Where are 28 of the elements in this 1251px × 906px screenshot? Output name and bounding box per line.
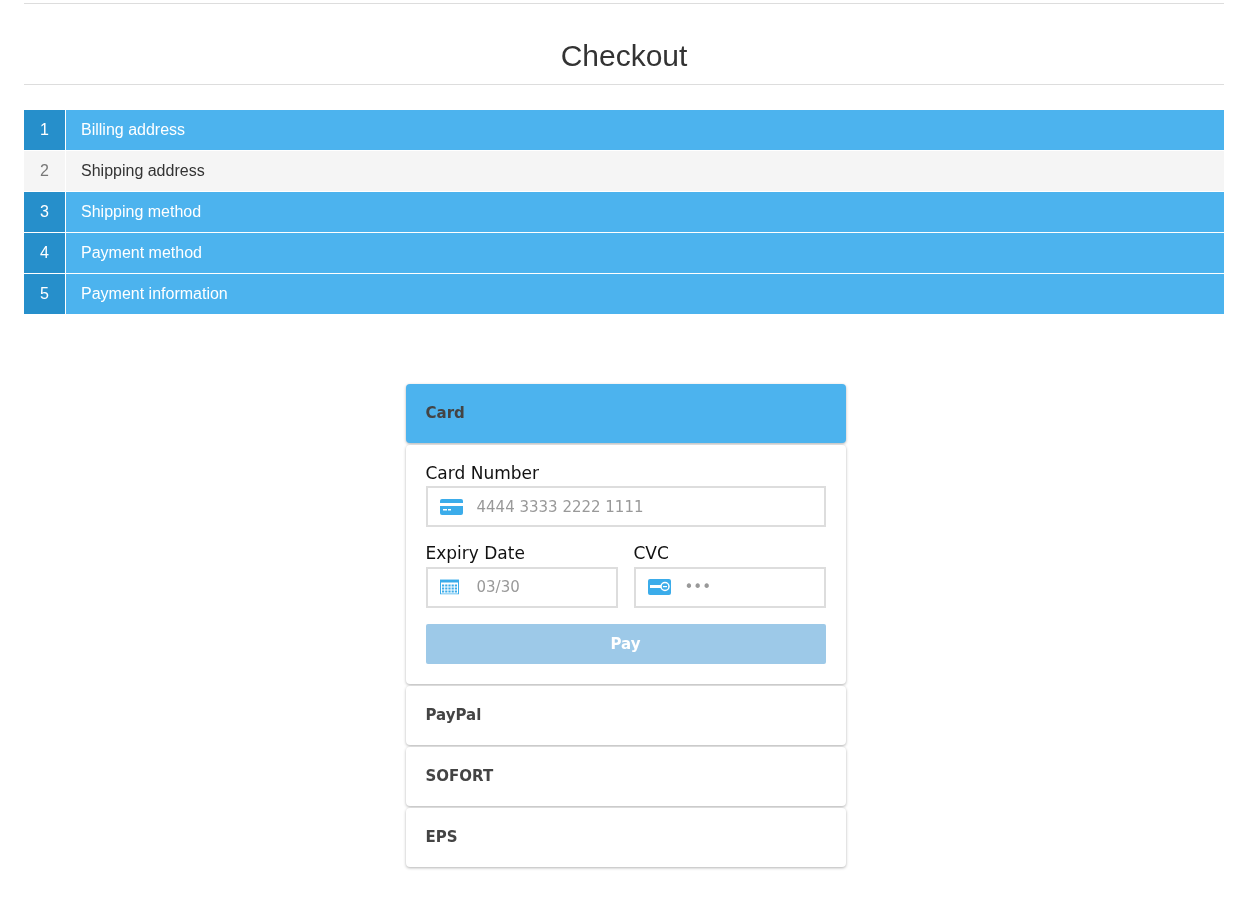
step-label: Payment information: [66, 274, 1224, 314]
checkout-step[interactable]: 1 Billing address: [24, 110, 1224, 150]
field-label: Card Number: [425, 463, 540, 484]
step-label: Shipping address: [66, 151, 1224, 191]
checkout-step[interactable]: 2 Shipping address: [24, 151, 1224, 191]
payment-method-tab[interactable]: Card: [405, 384, 846, 443]
step-label: Payment method: [66, 233, 1224, 273]
checkout-step[interactable]: 4 Payment method: [24, 233, 1224, 273]
card-cvc-icon: [647, 579, 671, 596]
page-title: Checkout: [24, 38, 1224, 85]
cvc-field[interactable]: •••: [633, 566, 826, 608]
calendar-icon: [439, 579, 459, 595]
payment-method-tab[interactable]: PayPal: [405, 685, 846, 745]
checkout-step[interactable]: 5 Payment information: [24, 274, 1224, 314]
step-number: 1: [24, 110, 65, 150]
step-number: 5: [24, 274, 65, 314]
field-label: CVC: [633, 543, 670, 564]
step-number: 4: [24, 233, 65, 273]
card-number-field[interactable]: 4444 3333 2222 1111: [425, 486, 826, 528]
step-number: 3: [24, 192, 65, 232]
payment-method-tab[interactable]: SOFORT: [405, 746, 846, 806]
field-label: Expiry Date: [425, 543, 526, 564]
payment-method-tab[interactable]: EPS: [405, 807, 846, 867]
expiry-date-field[interactable]: 03/30: [425, 566, 618, 608]
checkout-step[interactable]: 3 Shipping method: [24, 192, 1224, 232]
step-number: 2: [24, 151, 65, 191]
step-label: Billing address: [66, 110, 1224, 150]
step-label: Shipping method: [66, 192, 1224, 232]
